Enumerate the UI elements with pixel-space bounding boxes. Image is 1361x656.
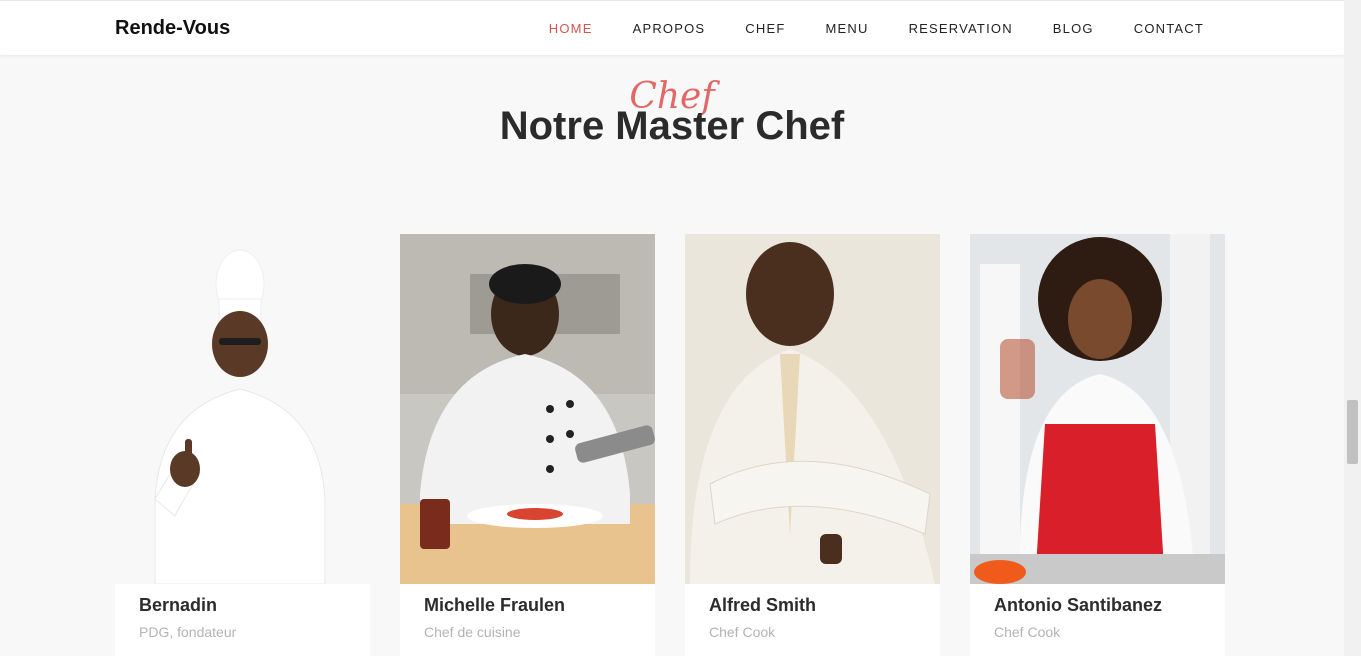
nav-blog[interactable]: BLOG: [1053, 21, 1094, 36]
chef-role: Chef de cuisine: [424, 624, 521, 640]
chef-role: Chef Cook: [994, 624, 1061, 640]
chef-name: Bernadin: [139, 595, 218, 615]
chef-card-bernadin[interactable]: Bernadin PDG, fondateur: [115, 234, 370, 656]
chef-info: Antonio Santibanez Chef Cook: [970, 584, 1225, 656]
nav-home[interactable]: HOME: [549, 21, 593, 36]
chef-photo-bernadin: [115, 234, 370, 584]
scrollbar-thumb[interactable]: [1347, 400, 1358, 464]
chef-card-alfred-smith[interactable]: Alfred Smith Chef Cook: [685, 234, 940, 656]
chef-role: PDG, fondateur: [139, 624, 237, 640]
chef-photo-michelle-fraulen: [400, 234, 655, 584]
chef-name: Alfred Smith: [709, 595, 817, 615]
nav-contact[interactable]: CONTACT: [1134, 21, 1204, 36]
nav-menu[interactable]: MENU: [825, 21, 868, 36]
chef-info: Alfred Smith Chef Cook: [685, 584, 940, 656]
chef-photo-antonio-santibanez: [970, 234, 1225, 584]
nav-reservation[interactable]: RESERVATION: [909, 21, 1013, 36]
main-nav: HOME APROPOS CHEF MENU RESERVATION BLOG …: [509, 21, 1204, 36]
chef-info: Michelle Fraulen Chef de cuisine: [400, 584, 655, 656]
page-scrollbar[interactable]: [1344, 0, 1361, 656]
chef-photo-alfred-smith: [685, 234, 940, 584]
chef-info: Bernadin PDG, fondateur: [115, 584, 370, 656]
chef-name: Michelle Fraulen: [424, 595, 566, 615]
chef-role: Chef Cook: [709, 624, 776, 640]
nav-apropos[interactable]: APROPOS: [633, 21, 706, 36]
chef-card-michelle-fraulen[interactable]: Michelle Fraulen Chef de cuisine: [400, 234, 655, 656]
navbar: Rende-Vous HOME APROPOS CHEF MENU RESERV…: [0, 0, 1344, 55]
section-title: Notre Master Chef: [499, 104, 845, 148]
chef-card-antonio-santibanez[interactable]: Antonio Santibanez Chef Cook: [970, 234, 1225, 656]
chef-name: Antonio Santibanez: [994, 595, 1162, 615]
nav-chef[interactable]: CHEF: [745, 21, 785, 36]
brand-logo[interactable]: Rende-Vous: [115, 17, 230, 40]
